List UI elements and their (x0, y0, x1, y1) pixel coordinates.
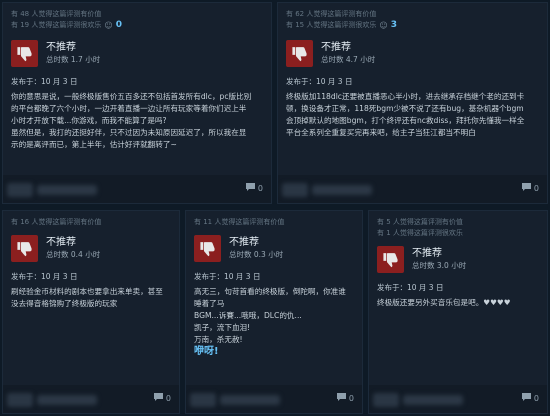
helpful-count: 有 62 人觉得这篇评测有价值 (286, 10, 377, 18)
posted-date: 发布于：10 月 3 日 (194, 272, 261, 281)
author-name[interactable] (37, 395, 97, 405)
funny-row: 有 19 人觉得这篇评测很欢乐 ☺ 0 (11, 20, 263, 31)
comment-icon (336, 393, 346, 403)
review-line: 示的是离评而已，第上半年，估计好评就翻转了~ (11, 140, 177, 149)
review-line: 会顶掉默认的地图bgm，打个终评还有nc救diss，拜托你先懂我一样全 (286, 116, 525, 125)
review-line: 刷经验金币材料的剧本也要拿出来单卖，甚至 (11, 287, 163, 296)
thumbs-down-icon (11, 234, 38, 262)
review-verdict: 不推荐 总时数 0.3 小时 (194, 234, 354, 262)
review-body: 终极版加118dlc还要被直播恶心半小时，进去继承存档继个老的还到卡 顿，换设备… (286, 91, 539, 139)
comment-icon (521, 393, 531, 403)
helpful-count: 有 16 人觉得这篇评测有价值 (11, 218, 102, 226)
playtime: 总时数 1.7 小时 (46, 55, 101, 64)
funny-count-text: 有 15 人觉得这篇评测很欢乐 (286, 21, 377, 29)
review-line: 小时才开放下载...你游戏，而我不能算了是吗? (11, 116, 167, 125)
thumbs-down-icon (377, 245, 404, 273)
review-body: 刷经验金币材料的剧本也要拿出来单卖，甚至 没去得音格锦购了终极版的玩家 (11, 286, 171, 310)
thumbs-down-icon (11, 39, 38, 67)
playtime: 总时数 0.4 小时 (46, 250, 101, 259)
review-line: 你的意思是说，一般终极版售价五百多还不包括首发所有dlc，pc版比别 (11, 92, 252, 101)
helpful-count: 有 11 人觉得这篇评测有价值 (194, 218, 285, 226)
laugh-icon: ☺ (104, 21, 113, 30)
funny-count-text: 有 1 人觉得这篇评测很欢乐 (377, 229, 463, 237)
avatar[interactable] (373, 393, 399, 407)
review-line: 顿，换设备才正常，118死bgm少被不说了还有bug，基杂机器个bgm (286, 104, 524, 113)
comment-count: 0 (348, 393, 354, 403)
laugh-icon: ☺ (379, 21, 388, 30)
author-name[interactable] (312, 185, 372, 195)
avatar[interactable] (282, 183, 308, 197)
review-line: 终极版加118dlc还要被直播恶心半小时，进去继承存档继个老的还到卡 (286, 92, 525, 101)
review-body: 你的意思是说，一般终极版售价五百多还不包括首发所有dlc，pc版比别 的平台都晚… (11, 91, 263, 151)
review-line: 没去得音格锦购了终极版的玩家 (11, 299, 118, 308)
verdict-label: 不推荐 (321, 42, 351, 53)
review-card-5: 有 5 人觉得这篇评测有价值 有 1 人觉得这篇评测很欢乐 不推荐 总时数 3.… (368, 210, 548, 414)
review-line: 万南，杀无赦! (194, 335, 243, 344)
review-footer: 0 (278, 175, 547, 203)
review-line: 平台全系列全重复买完再来吧，给主子当狂江都当不明白 (286, 128, 476, 137)
playtime: 总时数 4.7 小时 (321, 55, 376, 64)
review-line: 凯子，流下血泪! (194, 323, 251, 332)
review-card-1: 有 48 人觉得这篇评测有价值 有 19 人觉得这篇评测很欢乐 ☺ 0 不推荐 … (2, 2, 272, 204)
posted-date: 发布于：10 月 3 日 (11, 77, 78, 86)
comment-icon (521, 183, 531, 193)
review-footer: 0 (3, 175, 271, 203)
verdict-label: 不推荐 (229, 237, 259, 248)
review-line: 睡着了马 (194, 299, 225, 308)
posted-date: 发布于：10 月 3 日 (377, 283, 444, 292)
comment-count: 0 (533, 393, 539, 403)
funny-award-count: 3 (390, 20, 397, 30)
review-line: BGM...诉賽...哦哦，DLC的仇... (194, 311, 302, 320)
review-body: 高无三，句苛首看的终极版，倒陀啊，你准谁 睡着了马 BGM...诉賽...哦哦，… (194, 286, 354, 358)
author-name[interactable] (403, 395, 463, 405)
review-body: 终极版还要另外买音乐包是吧。♥♥♥♥ (377, 297, 539, 309)
comments-button[interactable]: 0 (521, 393, 539, 403)
review-card-4: 有 11 人觉得这篇评测有价值 不推荐 总时数 0.3 小时 发布于：10 月 … (185, 210, 363, 414)
funny-award-count: 0 (115, 20, 122, 30)
thumbs-down-icon (194, 234, 221, 262)
review-verdict: 不推荐 总时数 4.7 小时 (286, 39, 539, 67)
author-name[interactable] (37, 185, 97, 195)
thumbs-down-icon (286, 39, 313, 67)
comment-count: 0 (257, 183, 263, 193)
avatar[interactable] (7, 393, 33, 407)
comments-button[interactable]: 0 (521, 183, 539, 193)
comment-icon (153, 393, 163, 403)
helpful-count: 有 5 人觉得这篇评测有价值 (377, 218, 463, 226)
verdict-label: 不推荐 (46, 42, 76, 53)
playtime: 总时数 0.3 小时 (229, 250, 284, 259)
review-emphasis-line: 咿呀! (194, 346, 219, 357)
verdict-label: 不推荐 (412, 248, 442, 259)
posted-date: 发布于：10 月 3 日 (11, 272, 78, 281)
posted-date: 发布于：10 月 3 日 (286, 77, 353, 86)
author-name[interactable] (220, 395, 280, 405)
review-line: 的平台都晚了六个小时，一边开着直播一边让所有玩家等着你们迟上半 (11, 104, 247, 113)
comment-count: 0 (533, 183, 539, 193)
review-footer: 0 (3, 385, 179, 413)
verdict-label: 不推荐 (46, 237, 76, 248)
review-verdict: 不推荐 总时数 0.4 小时 (11, 234, 171, 262)
review-footer: 0 (186, 385, 362, 413)
avatar[interactable] (7, 183, 33, 197)
funny-count-text: 有 19 人觉得这篇评测很欢乐 (11, 21, 102, 29)
review-line: 终极版还要另外买音乐包是吧。♥♥♥♥ (377, 298, 511, 307)
comment-icon (245, 183, 255, 193)
review-line: 虽然但是，我打的还挺好伴，只不过因为未知原因延迟了，所以我在显 (11, 128, 247, 137)
comments-button[interactable]: 0 (245, 183, 263, 193)
playtime: 总时数 3.0 小时 (412, 261, 467, 270)
comment-count: 0 (165, 393, 171, 403)
review-card-3: 有 16 人觉得这篇评测有价值 不推荐 总时数 0.4 小时 发布于：10 月 … (2, 210, 180, 414)
review-footer: 0 (369, 385, 547, 413)
review-card-2: 有 62 人觉得这篇评测有价值 有 15 人觉得这篇评测很欢乐 ☺ 3 不推荐 … (277, 2, 548, 204)
review-verdict: 不推荐 总时数 1.7 小时 (11, 39, 263, 67)
avatar[interactable] (190, 393, 216, 407)
funny-row: 有 15 人觉得这篇评测很欢乐 ☺ 3 (286, 20, 539, 31)
comments-button[interactable]: 0 (153, 393, 171, 403)
review-line: 高无三，句苛首看的终极版，倒陀啊，你准谁 (194, 287, 346, 296)
helpful-count: 有 48 人觉得这篇评测有价值 (11, 10, 102, 18)
comments-button[interactable]: 0 (336, 393, 354, 403)
review-verdict: 不推荐 总时数 3.0 小时 (377, 245, 539, 273)
